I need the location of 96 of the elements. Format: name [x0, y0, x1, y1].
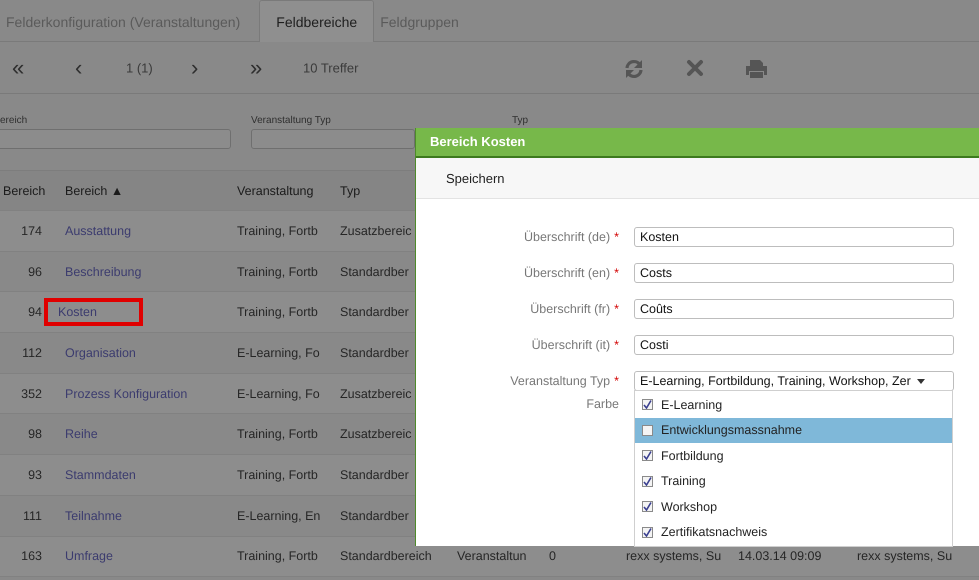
- filter-label: ereich: [0, 115, 28, 126]
- table-cell: 112: [22, 346, 42, 360]
- close-icon[interactable]: [686, 59, 704, 77]
- input-field[interactable]: Costs: [634, 263, 954, 283]
- table-cell: E-Learning, En: [237, 508, 320, 523]
- field-label: Überschrift (en): [524, 266, 610, 280]
- dialog-title: Bereich Kosten: [416, 128, 979, 158]
- column-header[interactable]: Veranstaltung: [237, 184, 314, 198]
- previous-page-button[interactable]: ‹: [75, 54, 82, 80]
- input-field[interactable]: Coûts: [634, 299, 954, 319]
- save-button[interactable]: Speichern: [416, 166, 535, 190]
- required-mark: *: [614, 230, 619, 244]
- area-link[interactable]: Stammdaten: [58, 468, 143, 482]
- checkbox[interactable]: [642, 476, 653, 487]
- required-mark: *: [614, 302, 619, 316]
- tab[interactable]: Feldbereiche: [259, 0, 374, 42]
- option-label: Workshop: [661, 500, 718, 514]
- first-page-button[interactable]: «: [12, 54, 24, 80]
- field-label: Farbe: [586, 397, 619, 411]
- table-cell: 0: [549, 549, 556, 564]
- table-cell: 98: [28, 427, 42, 442]
- table-cell: Standardber: [340, 508, 409, 523]
- hit-count: 10 Treffer: [303, 60, 358, 75]
- filter-field[interactable]: [0, 129, 231, 149]
- table-cell: 96: [28, 264, 42, 279]
- table-cell: Training, Fortb: [237, 264, 318, 279]
- table-cell: 163: [21, 549, 42, 564]
- table-cell: 111: [22, 508, 42, 523]
- area-link[interactable]: Teilnahme: [58, 508, 129, 523]
- field-label: Veranstaltung Typ: [510, 374, 610, 388]
- dropdown-option[interactable]: Training: [635, 468, 952, 494]
- column-header[interactable]: Bereich ▲: [65, 184, 124, 198]
- area-link[interactable]: Reihe: [58, 427, 105, 442]
- table-cell: 174: [21, 224, 42, 238]
- table-cell: rexx systems, Su: [626, 549, 722, 564]
- area-link[interactable]: Organisation: [58, 346, 143, 360]
- field-label: Überschrift (it): [532, 338, 610, 352]
- table-cell: 14.03.14 09:09: [738, 549, 822, 564]
- option-label: Zertifikatsnachweis: [661, 525, 768, 540]
- option-label: Entwicklungsmassnahme: [661, 423, 802, 438]
- input-field[interactable]: Costi: [634, 335, 954, 355]
- print-icon[interactable]: [745, 59, 768, 79]
- table-cell: Standardbereich: [340, 549, 432, 564]
- table-cell: Veranstaltun: [457, 549, 526, 564]
- filter-label: Typ: [512, 115, 528, 126]
- checkbox[interactable]: [642, 526, 653, 538]
- table-cell: 93: [28, 468, 42, 482]
- required-mark: *: [614, 374, 619, 388]
- refresh-icon[interactable]: [623, 59, 645, 79]
- table-cell: Training, Fortb: [237, 224, 318, 238]
- checkbox[interactable]: [642, 399, 653, 410]
- table-cell: Standardber: [340, 305, 409, 320]
- table-cell: Standardber: [340, 264, 409, 279]
- table-cell: 94: [28, 305, 42, 320]
- dropdown-option[interactable]: Fortbildung: [635, 443, 952, 468]
- area-link[interactable]: Kosten: [58, 305, 97, 320]
- next-page-button[interactable]: ›: [191, 54, 198, 80]
- option-label: Fortbildung: [661, 448, 724, 463]
- input-field[interactable]: Kosten: [634, 227, 954, 247]
- page-number: 1 (1): [126, 60, 153, 75]
- required-mark: *: [614, 338, 619, 352]
- dropdown-option[interactable]: Entwicklungsmassnahme: [635, 418, 952, 443]
- dropdown-option[interactable]: Zertifikatsnachweis: [635, 520, 952, 545]
- dropdown-option[interactable]: E-Learning: [635, 392, 952, 418]
- last-page-button[interactable]: »: [250, 54, 262, 80]
- area-link[interactable]: Ausstattung: [58, 224, 138, 238]
- table-cell: Zusatzbereic: [340, 427, 412, 442]
- area-link[interactable]: Prozess Konfiguration: [58, 386, 194, 401]
- table-cell: Training, Fortb: [237, 427, 318, 442]
- field-label: Überschrift (fr): [530, 302, 610, 316]
- filter-field[interactable]: [251, 129, 415, 149]
- table-cell: E-Learning, Fo: [237, 386, 320, 401]
- column-header[interactable]: Bereich: [3, 184, 46, 198]
- area-link[interactable]: Umfrage: [58, 549, 120, 564]
- dropdown-option[interactable]: Workshop: [635, 494, 952, 520]
- checkbox[interactable]: [642, 424, 653, 436]
- filter-label: Veranstaltung Typ: [251, 115, 331, 126]
- option-label: E-Learning: [661, 398, 722, 412]
- table-cell: Training, Fortb: [237, 549, 318, 564]
- table-cell: Training, Fortb: [237, 305, 318, 320]
- table-cell: rexx systems, Su: [857, 549, 952, 564]
- area-link[interactable]: Beschreibung: [58, 264, 148, 279]
- caret-icon: [916, 378, 925, 384]
- option-label: Training: [661, 474, 706, 488]
- table-cell: 352: [21, 386, 42, 401]
- table-cell: Zusatzbereic: [340, 224, 412, 238]
- table-cell: Zusatzbereic: [340, 386, 412, 401]
- checkbox[interactable]: [642, 450, 653, 462]
- table-cell: E-Learning, Fo: [237, 346, 320, 360]
- column-header[interactable]: Typ: [340, 184, 360, 198]
- checkbox[interactable]: [642, 501, 653, 512]
- table-cell: Standardber: [340, 468, 409, 482]
- table-cell: Standardber: [340, 346, 409, 360]
- table-cell: Training, Fortb: [237, 468, 318, 482]
- field-label: Überschrift (de): [524, 230, 610, 244]
- required-mark: *: [614, 266, 619, 280]
